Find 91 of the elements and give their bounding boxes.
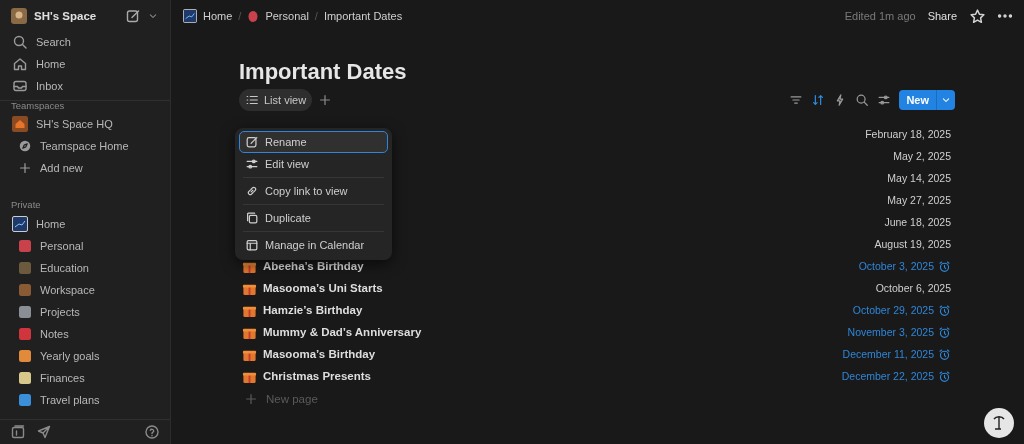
date-text: October 29, 2025 (852, 303, 955, 317)
sidebar-item[interactable]: Home (8, 53, 162, 75)
alarm-clock-icon (938, 325, 951, 339)
section-label: Teamspaces (10, 101, 66, 113)
inbox-icon (12, 78, 28, 94)
add-view-icon (318, 93, 333, 107)
alarm-clock-icon (938, 347, 951, 361)
menu-item[interactable]: Duplicate (239, 207, 388, 229)
sidebar-item[interactable]: Home (8, 213, 162, 235)
rename-icon (245, 135, 259, 149)
settings-icon (877, 93, 892, 107)
date-text: May 2, 2025 (893, 150, 952, 162)
calendar-icon (245, 238, 259, 252)
workspace-avatar-icon (11, 7, 27, 24)
filter-icon (789, 93, 804, 107)
more-icon[interactable] (998, 14, 1012, 18)
home-icon (12, 56, 28, 72)
page-icon (18, 349, 32, 363)
duplicate-icon (245, 211, 259, 225)
send-icon (36, 424, 52, 440)
sidebar-item[interactable]: Travel plans (8, 389, 162, 411)
sidebar-item[interactable]: Add new (8, 157, 162, 179)
date-text: August 19, 2025 (874, 238, 952, 250)
house-icon (12, 116, 28, 132)
sidebar-item[interactable]: Notes (8, 323, 162, 345)
page-icon (18, 327, 32, 341)
workspace-name[interactable]: SH's Space (34, 9, 118, 22)
page-icon (18, 393, 32, 407)
alarm-clock-icon (938, 259, 951, 273)
breadcrumb[interactable]: Personal (247, 9, 309, 23)
sidepanel-icon (10, 424, 26, 440)
page-icon (18, 371, 32, 385)
breadcrumb-separator: / (238, 10, 242, 22)
breadcrumb[interactable]: Home (183, 9, 233, 23)
chart-thumbnail-icon (12, 216, 28, 232)
help-avatar-icon[interactable] (984, 408, 1014, 438)
date-text: May 14, 2025 (887, 172, 952, 184)
new-page-icon (125, 7, 141, 24)
star-icon (969, 7, 986, 25)
date-text: November 3, 2025 (847, 325, 955, 339)
new-button[interactable]: New (899, 90, 955, 110)
page-title: Important Dates (239, 58, 408, 86)
page-row[interactable]: Mummy & Dad’s Anniversary (239, 324, 422, 340)
sidebar-item[interactable]: Teamspace Home (8, 135, 162, 157)
chart-thumbnail-icon (183, 9, 197, 23)
section-label: Private (10, 198, 42, 212)
sidebar-item[interactable]: Education (8, 257, 162, 279)
sidebar-item[interactable]: Inbox (8, 75, 162, 97)
list-icon (245, 93, 259, 107)
menu-item[interactable]: Manage in Calendar (239, 234, 388, 256)
plus-icon (244, 392, 258, 406)
sidebar-item[interactable]: Workspace (8, 279, 162, 301)
page-icon (18, 261, 32, 275)
date-text: October 3, 2025 (858, 259, 955, 273)
breadcrumb-separator: / (314, 10, 318, 22)
compass-icon (18, 139, 32, 153)
page-row[interactable]: Hamzie’s Birthday (239, 302, 363, 318)
date-text: May 27, 2025 (887, 194, 952, 206)
view-tab[interactable]: List view (239, 89, 313, 111)
search-icon (12, 34, 28, 50)
sidebar-item[interactable]: Projects (8, 301, 162, 323)
page-icon (18, 239, 32, 253)
page-row[interactable]: Abeeha’s Birthday (239, 258, 364, 274)
date-text: June 18, 2025 (884, 216, 952, 228)
sidebar-item[interactable]: Personal (8, 235, 162, 257)
date-text: February 18, 2025 (865, 128, 952, 140)
alarm-clock-icon (938, 303, 951, 317)
share-button[interactable]: Share (927, 10, 957, 22)
date-text: December 22, 2025 (841, 369, 955, 383)
help-icon (144, 424, 160, 440)
search-icon (855, 93, 870, 107)
page-row[interactable]: Christmas Presents (239, 368, 372, 384)
sidebar-item[interactable]: Search (8, 31, 162, 53)
edited-time: Edited 1m ago (844, 10, 916, 22)
sliders-icon (245, 157, 259, 171)
page-icon (18, 305, 32, 319)
date-text: December 11, 2025 (842, 347, 955, 361)
page-icon (18, 283, 32, 297)
link-icon (245, 184, 259, 198)
sidebar-item[interactable]: Finances (8, 367, 162, 389)
plus-icon (18, 161, 32, 175)
page-row[interactable]: Masooma’s Birthday (239, 346, 376, 362)
menu-item[interactable]: Edit view (239, 153, 388, 175)
sidebar-item[interactable]: Yearly goals (8, 345, 162, 367)
date-text: October 6, 2025 (875, 282, 952, 294)
menu-item[interactable]: Copy link to view (239, 180, 388, 202)
breadcrumb[interactable]: Important Dates (323, 10, 403, 22)
sidebar-item[interactable]: SH's Space HQ (8, 113, 162, 135)
alarm-clock-icon (938, 369, 951, 383)
page-row[interactable]: Masooma’s Uni Starts (239, 280, 383, 296)
menu-item[interactable]: Rename (239, 131, 388, 153)
